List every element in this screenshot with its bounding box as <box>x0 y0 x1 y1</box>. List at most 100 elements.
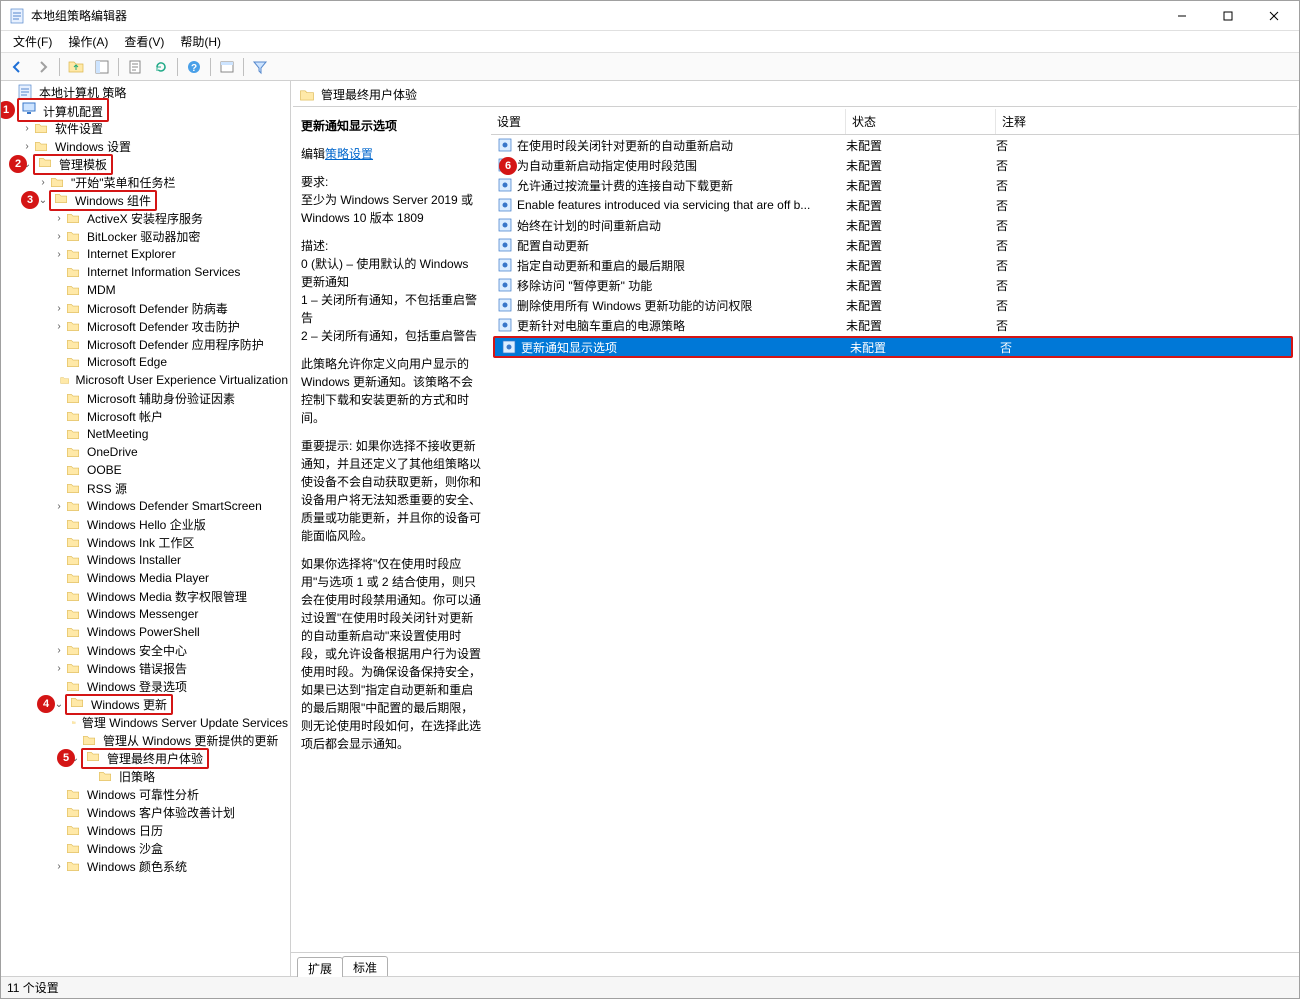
tree-item[interactable]: ·Windows 登录选项 <box>1 677 290 695</box>
expand-icon[interactable]: › <box>21 141 33 152</box>
expand-icon[interactable]: › <box>53 645 65 656</box>
tree-label: Internet Information Services <box>85 265 242 279</box>
tree-item[interactable]: ›Windows 设置 <box>1 137 290 155</box>
row-note: 否 <box>996 277 1299 294</box>
back-button[interactable] <box>5 55 29 79</box>
tree-item[interactable]: ·Microsoft Edge <box>1 353 290 371</box>
list-row[interactable]: 更新针对电脑车重启的电源策略未配置否 <box>491 315 1299 335</box>
tree-item[interactable]: ·NetMeeting <box>1 425 290 443</box>
folder-icon <box>81 734 97 747</box>
tree-item[interactable]: ⌄Windows 组件3 <box>1 191 290 209</box>
tree-item[interactable]: ›Windows 颜色系统 <box>1 857 290 875</box>
menu-file[interactable]: 文件(F) <box>5 31 60 52</box>
tree-item[interactable]: ›Microsoft Defender 攻击防护 <box>1 317 290 335</box>
refresh-button[interactable] <box>149 55 173 79</box>
tree-item[interactable]: ⌄计算机配置1 <box>1 101 290 119</box>
tree-item[interactable]: ›Microsoft Defender 防病毒 <box>1 299 290 317</box>
list-row[interactable]: 允许通过按流量计费的连接自动下载更新未配置否 <box>491 175 1299 195</box>
help-button[interactable]: ? <box>182 55 206 79</box>
tree-item[interactable]: ·Windows 沙盒 <box>1 839 290 857</box>
tree-item[interactable]: › "开始"菜单和任务栏 <box>1 173 290 191</box>
list-row[interactable]: 移除访问 "暂停更新" 功能未配置否 <box>491 275 1299 295</box>
filter-button[interactable] <box>248 55 272 79</box>
edit-policy-link[interactable]: 策略设置 <box>325 147 373 161</box>
expand-icon[interactable]: › <box>53 231 65 242</box>
tree-item[interactable]: ·RSS 源 <box>1 479 290 497</box>
tree-item[interactable]: ·Windows PowerShell <box>1 623 290 641</box>
tree-item[interactable]: ›Windows 错误报告 <box>1 659 290 677</box>
tree-item[interactable]: ›ActiveX 安装程序服务 <box>1 209 290 227</box>
expand-icon[interactable]: › <box>37 177 49 188</box>
expand-icon[interactable]: › <box>53 321 65 332</box>
tab-standard[interactable]: 标准 <box>342 956 388 976</box>
tab-extended[interactable]: 扩展 <box>297 957 343 977</box>
list-row[interactable]: Enable features introduced via servicing… <box>491 195 1299 215</box>
tree-item[interactable]: ·Windows Media 数字权限管理 <box>1 587 290 605</box>
tree-item[interactable]: ·Windows 客户体验改善计划 <box>1 803 290 821</box>
row-state: 未配置 <box>846 157 996 174</box>
tree-item[interactable]: ·Windows 可靠性分析 <box>1 785 290 803</box>
col-setting[interactable]: 设置 <box>491 109 846 134</box>
properties-button[interactable] <box>215 55 239 79</box>
settings-list[interactable]: 在使用时段关闭针对更新的自动重新启动未配置否为自动重新启动指定使用时段范围未配置… <box>491 135 1299 952</box>
tree-item[interactable]: ·管理 Windows Server Update Services <box>1 713 290 731</box>
expand-icon[interactable]: › <box>53 303 65 314</box>
tree-item[interactable]: ·Microsoft 辅助身份验证因素 <box>1 389 290 407</box>
tree-item[interactable]: ›Internet Explorer <box>1 245 290 263</box>
tree-item[interactable]: ›Windows 安全中心 <box>1 641 290 659</box>
close-button[interactable] <box>1251 1 1297 31</box>
menu-action[interactable]: 操作(A) <box>60 31 116 52</box>
desc-para-3: 如果你选择将"仅在使用时段应用"与选项 1 或 2 结合使用，则只会在使用时段禁… <box>301 555 481 753</box>
menu-view[interactable]: 查看(V) <box>116 31 172 52</box>
list-row[interactable]: 指定自动更新和重启的最后期限未配置否 <box>491 255 1299 275</box>
list-row[interactable]: 在使用时段关闭针对更新的自动重新启动未配置否 <box>491 135 1299 155</box>
tree-item[interactable]: ·管理从 Windows 更新提供的更新 <box>1 731 290 749</box>
tree-item[interactable]: ·Windows Installer <box>1 551 290 569</box>
up-button[interactable] <box>64 55 88 79</box>
computer-icon <box>21 100 37 116</box>
tree-item[interactable]: ·Windows Ink 工作区 <box>1 533 290 551</box>
folder-icon <box>60 374 69 387</box>
col-state[interactable]: 状态 <box>846 109 996 134</box>
expand-icon[interactable]: › <box>21 123 33 134</box>
tree-item[interactable]: ·Microsoft Defender 应用程序防护 <box>1 335 290 353</box>
tree-item[interactable]: ·Windows Media Player <box>1 569 290 587</box>
tree-item[interactable]: ·旧策略 <box>1 767 290 785</box>
show-tree-button[interactable] <box>90 55 114 79</box>
tree-item[interactable]: ›BitLocker 驱动器加密 <box>1 227 290 245</box>
minimize-button[interactable] <box>1159 1 1205 31</box>
tree-label: "开始"菜单和任务栏 <box>69 174 178 191</box>
tree-item[interactable]: ›软件设置 <box>1 119 290 137</box>
tree-item[interactable]: ·Windows Messenger <box>1 605 290 623</box>
list-row[interactable]: 删除使用所有 Windows 更新功能的访问权限未配置否 <box>491 295 1299 315</box>
list-row[interactable]: 配置自动更新未配置否 <box>491 235 1299 255</box>
maximize-button[interactable] <box>1205 1 1251 31</box>
tree-item[interactable]: ·OOBE <box>1 461 290 479</box>
tree-item[interactable]: ·Windows Hello 企业版 <box>1 515 290 533</box>
tree-item[interactable]: ·Internet Information Services <box>1 263 290 281</box>
tree-panel[interactable]: ·本地计算机 策略⌄计算机配置1›软件设置›Windows 设置⌄管理模板2›"… <box>1 81 291 976</box>
row-note: 否 <box>996 157 1299 174</box>
tree-item[interactable]: ›Windows Defender SmartScreen <box>1 497 290 515</box>
tree-item[interactable]: ·MDM <box>1 281 290 299</box>
list-row[interactable]: 为自动重新启动指定使用时段范围未配置否 <box>491 155 1299 175</box>
forward-button[interactable] <box>31 55 55 79</box>
list-row-selected[interactable]: 更新通知显示选项 未配置 否 <box>495 338 1291 356</box>
tree-item[interactable]: ·Windows 日历 <box>1 821 290 839</box>
tree-item[interactable]: ·OneDrive <box>1 443 290 461</box>
col-note[interactable]: 注释 <box>996 109 1299 134</box>
expand-icon[interactable]: › <box>53 213 65 224</box>
tree-item[interactable]: ·Microsoft User Experience Virtualizatio… <box>1 371 290 389</box>
tree-item[interactable]: ⌄管理最终用户体验5 <box>1 749 290 767</box>
menu-help[interactable]: 帮助(H) <box>172 31 229 52</box>
expand-icon[interactable]: › <box>53 501 65 512</box>
export-button[interactable] <box>123 55 147 79</box>
tree-item[interactable]: ·Microsoft 帐户 <box>1 407 290 425</box>
expand-icon[interactable]: › <box>53 249 65 260</box>
expand-icon[interactable]: › <box>53 663 65 674</box>
list-row[interactable]: 始终在计划的时间重新启动未配置否 <box>491 215 1299 235</box>
tree-item[interactable]: ⌄Windows 更新4 <box>1 695 290 713</box>
tree-item[interactable]: ⌄管理模板2 <box>1 155 290 173</box>
setting-icon <box>497 137 513 153</box>
expand-icon[interactable]: › <box>53 861 65 872</box>
